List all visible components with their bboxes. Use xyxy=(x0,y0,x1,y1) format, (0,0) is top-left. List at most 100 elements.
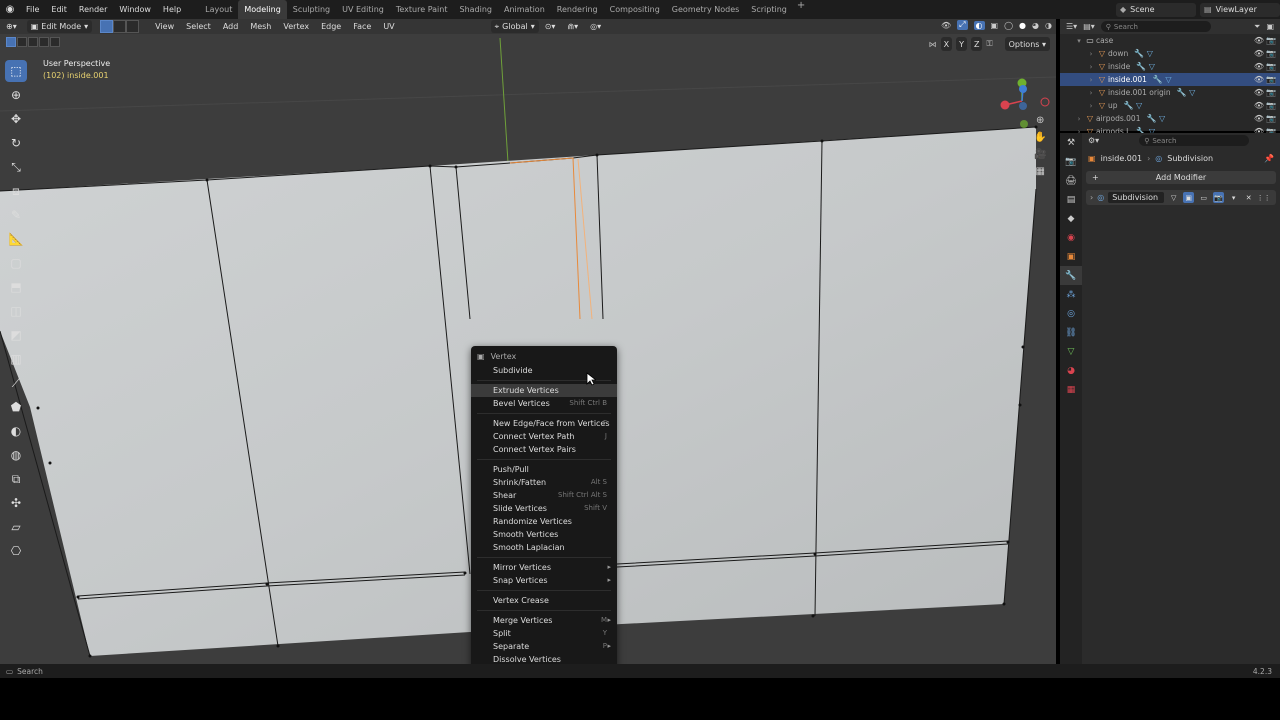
new-collection-icon[interactable]: ▣ xyxy=(1266,22,1274,31)
extrude-tool-icon[interactable]: ⬒ xyxy=(5,276,27,298)
render-tab-icon[interactable]: 📷 xyxy=(1060,152,1082,171)
menu-item-split[interactable]: Split Y xyxy=(471,627,617,640)
menu-add[interactable]: Add xyxy=(217,19,245,34)
modifier-indicator-icon[interactable]: 🔧 ▽ xyxy=(1177,88,1196,97)
transform-tool-icon[interactable]: ⧈ xyxy=(5,180,27,202)
menu-item-separate[interactable]: Separate P ▸ xyxy=(471,640,617,653)
visibility-eye-icon[interactable]: 👁 xyxy=(1254,88,1264,97)
edge-slide-tool-icon[interactable]: ⧉ xyxy=(5,468,27,490)
properties-search-input[interactable]: ⚲ Search xyxy=(1139,135,1250,146)
render-camera-icon[interactable]: 📷 xyxy=(1266,36,1276,45)
rotate-tool-icon[interactable]: ↻ xyxy=(5,132,27,154)
expand-arrow-icon[interactable]: › xyxy=(1086,102,1096,110)
smooth-tool-icon[interactable]: ◍ xyxy=(5,444,27,466)
snap-icon[interactable]: ⋒▾ xyxy=(561,19,584,34)
tab-uv-editing[interactable]: UV Editing xyxy=(336,0,390,19)
tab-geometry-nodes[interactable]: Geometry Nodes xyxy=(666,0,745,19)
proportional-edit-icon[interactable]: ◎▾ xyxy=(584,19,607,34)
modifier-indicator-icon[interactable]: 🔧 ▽ xyxy=(1124,101,1143,110)
menu-help[interactable]: Help xyxy=(157,0,187,19)
expand-arrow-icon[interactable]: › xyxy=(1086,89,1096,97)
tab-modeling[interactable]: Modeling xyxy=(238,0,287,19)
expand-arrow-icon[interactable]: ▾ xyxy=(1074,37,1084,45)
drag-handle-icon[interactable]: ⋮⋮ xyxy=(1257,192,1271,203)
modifier-indicator-icon[interactable]: 🔧 ▽ xyxy=(1134,49,1153,58)
physics-tab-icon[interactable]: ◎ xyxy=(1060,304,1082,323)
xray-icon[interactable]: ▣ xyxy=(991,21,999,30)
outliner-search-input[interactable]: ⚲ Search xyxy=(1100,21,1211,32)
material-shading-icon[interactable]: ◕ xyxy=(1032,21,1039,30)
annotate-tool-icon[interactable]: ✎ xyxy=(5,204,27,226)
axis-x-toggle[interactable]: X xyxy=(940,37,953,51)
menu-item-connect-vertex-path[interactable]: Connect Vertex Path J xyxy=(471,430,617,443)
render-camera-icon[interactable]: 📷 xyxy=(1266,88,1276,97)
select-box-tool-icon[interactable]: ⬚ xyxy=(5,60,27,82)
menu-item-push-pull[interactable]: Push/Pull xyxy=(471,463,617,476)
render-camera-icon[interactable]: 📷 xyxy=(1266,114,1276,123)
modifier-name-field[interactable]: Subdivision xyxy=(1108,192,1165,203)
on-cage-icon[interactable]: ▽ xyxy=(1168,192,1179,203)
visibility-eye-icon[interactable]: 👁 xyxy=(1254,75,1264,84)
select-new-button[interactable] xyxy=(6,37,16,47)
menu-select[interactable]: Select xyxy=(180,19,217,34)
menu-item-randomize-vertices[interactable]: Randomize Vertices xyxy=(471,515,617,528)
gizmo-neg-x-icon[interactable] xyxy=(1040,97,1050,107)
data-tab-icon[interactable]: ▽ xyxy=(1060,342,1082,361)
scale-tool-icon[interactable]: ⤡ xyxy=(5,156,27,178)
menu-face[interactable]: Face xyxy=(347,19,377,34)
menu-vertex[interactable]: Vertex xyxy=(277,19,315,34)
pin-icon[interactable]: 📌 xyxy=(1264,154,1274,163)
blender-logo-icon[interactable]: ◉ xyxy=(0,0,20,19)
tool-tab-icon[interactable]: ⚒ xyxy=(1060,133,1082,152)
solid-shading-icon[interactable]: ● xyxy=(1019,21,1026,30)
menu-item-shear[interactable]: Shear Shift Ctrl Alt S xyxy=(471,489,617,502)
editor-type-icon[interactable]: ⊕▾ xyxy=(0,19,23,34)
menu-render[interactable]: Render xyxy=(73,0,113,19)
view-layer-selector[interactable]: ▤ ViewLayer xyxy=(1200,2,1280,17)
expand-arrow-icon[interactable]: › xyxy=(1086,63,1096,71)
menu-item-mirror-vertices[interactable]: Mirror Vertices ▸ xyxy=(471,561,617,574)
render-camera-icon[interactable]: 📷 xyxy=(1266,49,1276,58)
options-dropdown[interactable]: Options ▾ xyxy=(1004,37,1050,51)
visibility-eye-icon[interactable]: 👁 xyxy=(1254,101,1264,110)
viewport-toggle-icon[interactable]: ▭ xyxy=(1198,192,1209,203)
menu-edge[interactable]: Edge xyxy=(315,19,347,34)
pivot-icon[interactable]: ⊙▾ xyxy=(539,19,562,34)
menu-edit[interactable]: Edit xyxy=(45,0,73,19)
outliner-row[interactable]: › ▽ inside.001 🔧 ▽ 👁 📷 xyxy=(1060,73,1280,86)
display-mode-icon[interactable]: ▤▾ xyxy=(1083,22,1095,31)
remove-modifier-icon[interactable]: ✕ xyxy=(1243,192,1254,203)
menu-item-snap-vertices[interactable]: Snap Vertices ▸ xyxy=(471,574,617,587)
visibility-icon[interactable]: 👁 xyxy=(941,21,951,30)
move-tool-icon[interactable]: ✥ xyxy=(5,108,27,130)
object-tab-icon[interactable]: ▣ xyxy=(1060,247,1082,266)
filter-icon[interactable]: ⏷ xyxy=(1254,22,1260,32)
transform-orientation[interactable]: ⌖ Global ▾ xyxy=(490,20,539,33)
menu-item-smooth-laplacian[interactable]: Smooth Laplacian xyxy=(471,541,617,554)
menu-item-dissolve-vertices[interactable]: Dissolve Vertices xyxy=(471,653,617,664)
ortho-grid-icon[interactable]: ▦ xyxy=(1036,166,1045,177)
expand-arrow-icon[interactable]: › xyxy=(1074,115,1084,123)
outliner-row[interactable]: › ▽ inside 🔧 ▽ 👁 📷 xyxy=(1060,60,1280,73)
mesh-symmetry-icon[interactable]: ⋈ xyxy=(929,40,937,49)
measure-tool-icon[interactable]: 📐 xyxy=(5,228,27,250)
texture-tab-icon[interactable]: ▦ xyxy=(1060,380,1082,399)
visibility-eye-icon[interactable]: 👁 xyxy=(1254,49,1264,58)
shrink-fatten-tool-icon[interactable]: ✣ xyxy=(5,492,27,514)
expand-chevron-icon[interactable]: › xyxy=(1090,193,1093,202)
add-cube-tool-icon[interactable]: ▢ xyxy=(5,252,27,274)
outliner-row[interactable]: ▾ ▭ case 👁 📷 xyxy=(1060,34,1280,47)
menu-item-vertex-crease[interactable]: Vertex Crease xyxy=(471,594,617,607)
tab-shading[interactable]: Shading xyxy=(453,0,498,19)
tab-scripting[interactable]: Scripting xyxy=(745,0,793,19)
menu-window[interactable]: Window xyxy=(113,0,157,19)
gizmo-z-icon[interactable] xyxy=(1019,85,1027,93)
particles-tab-icon[interactable]: ⁂ xyxy=(1060,285,1082,304)
constraints-tab-icon[interactable]: ⛓ xyxy=(1060,323,1082,342)
properties-editor-icon[interactable]: ⚙▾ xyxy=(1088,136,1099,145)
select-intersect-button[interactable] xyxy=(50,37,60,47)
rendered-shading-icon[interactable]: ◑ xyxy=(1045,21,1052,30)
menu-view[interactable]: View xyxy=(149,19,180,34)
spin-tool-icon[interactable]: ◐ xyxy=(5,420,27,442)
world-tab-icon[interactable]: ◉ xyxy=(1060,228,1082,247)
